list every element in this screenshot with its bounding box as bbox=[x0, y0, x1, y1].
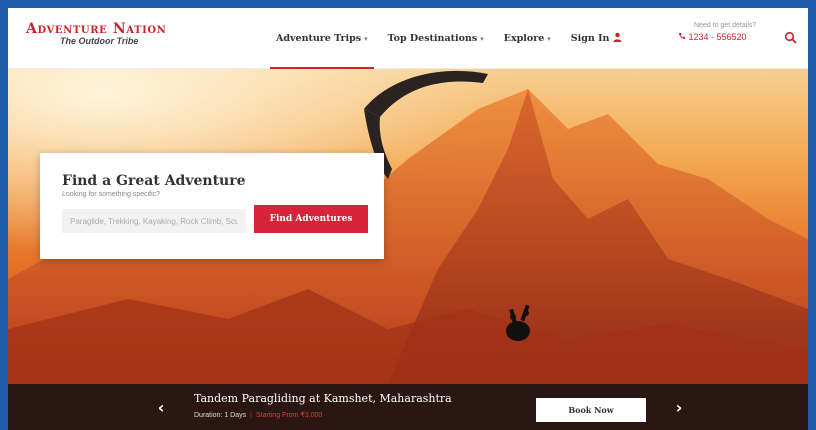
book-now-button[interactable]: Book Now bbox=[536, 398, 646, 422]
search-card-subtitle: Looking for something specific? bbox=[62, 191, 161, 198]
site-header: Adventure Nation The Outdoor Tribe Adven… bbox=[8, 8, 808, 69]
find-adventures-button[interactable]: Find Adventures bbox=[254, 205, 368, 233]
meta-separator: | bbox=[250, 412, 252, 419]
chevron-down-icon: ▾ bbox=[364, 33, 368, 43]
nav-label: Explore bbox=[503, 32, 545, 44]
featured-trip-meta: Duration: 1 Days | Starting From ₹3,000 bbox=[194, 411, 322, 419]
main-nav: Adventure Trips ▾ Top Destinations ▾ Exp… bbox=[270, 8, 642, 69]
nav-label: Top Destinations bbox=[387, 32, 478, 44]
nav-explore[interactable]: Explore ▾ bbox=[504, 8, 551, 68]
site-logo[interactable]: Adventure Nation The Outdoor Tribe bbox=[26, 22, 166, 47]
help-phone[interactable]: 1234 - 556520 bbox=[678, 32, 756, 42]
help-label: Need to get details? bbox=[694, 22, 757, 29]
nav-label: Adventure Trips bbox=[276, 32, 362, 44]
search-icon[interactable] bbox=[784, 30, 798, 44]
chevron-down-icon: ▾ bbox=[547, 33, 551, 43]
sign-in-link[interactable]: Sign In bbox=[571, 8, 623, 68]
nav-top-destinations[interactable]: Top Destinations ▾ bbox=[388, 8, 484, 68]
search-card-title: Find a Great Adventure bbox=[62, 173, 246, 189]
sign-in-label: Sign In bbox=[570, 32, 610, 44]
chevron-left-icon[interactable]: ‹ bbox=[148, 394, 174, 420]
logo-wordmark: Adventure Nation bbox=[26, 21, 167, 37]
trip-price: Starting From ₹3,000 bbox=[255, 412, 323, 419]
nav-adventure-trips[interactable]: Adventure Trips ▾ bbox=[270, 8, 374, 69]
adventure-search-input[interactable] bbox=[62, 209, 246, 233]
user-icon bbox=[613, 32, 622, 45]
chevron-down-icon: ▾ bbox=[480, 33, 484, 43]
search-card: Find a Great Adventure Looking for somet… bbox=[40, 153, 384, 259]
trip-duration: Duration: 1 Days bbox=[194, 412, 247, 419]
featured-trip-banner: ‹ Tandem Paragliding at Kamshet, Maharas… bbox=[8, 384, 808, 430]
hero-image: Find a Great Adventure Looking for somet… bbox=[8, 69, 808, 384]
chevron-right-icon[interactable]: › bbox=[666, 394, 692, 420]
help-contact: Need to get details? 1234 - 556520 bbox=[678, 22, 756, 42]
browser-frame: Adventure Nation The Outdoor Tribe Adven… bbox=[8, 8, 808, 430]
logo-tagline: The Outdoor Tribe bbox=[60, 36, 139, 46]
phone-icon bbox=[678, 32, 689, 42]
featured-trip-title: Tandem Paragliding at Kamshet, Maharasht… bbox=[194, 392, 452, 405]
help-phone-number: 1234 - 556520 bbox=[688, 32, 747, 42]
